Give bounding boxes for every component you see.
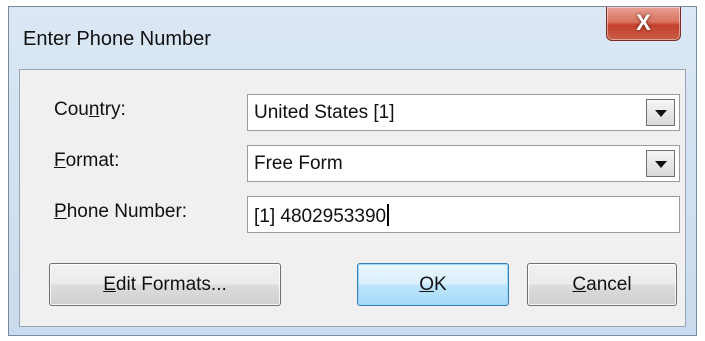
format-dropdown-arrow-icon[interactable]: [646, 150, 675, 177]
format-label: Format:: [54, 150, 120, 171]
dialog-title: Enter Phone Number: [23, 28, 211, 50]
country-dropdown-arrow-icon[interactable]: [646, 99, 675, 126]
cancel-button[interactable]: Cancel: [527, 263, 677, 306]
ok-button[interactable]: OK: [357, 263, 509, 306]
close-icon: X: [636, 10, 651, 35]
text-caret: [387, 204, 390, 226]
phone-number-label: Phone Number:: [54, 201, 188, 222]
phone-number-input[interactable]: [1] 4802953390: [247, 196, 680, 233]
country-combobox[interactable]: United States [1]: [247, 94, 680, 131]
close-button[interactable]: X: [606, 7, 681, 41]
phone-number-value: [1] 4802953390: [254, 206, 387, 227]
format-value: Free Form: [254, 153, 343, 174]
edit-formats-button[interactable]: Edit Formats...: [49, 263, 281, 306]
dialog-body: Country: United States [1] Format: Free …: [19, 69, 686, 327]
format-combobox[interactable]: Free Form: [247, 145, 680, 182]
enter-phone-number-dialog: Enter Phone Number X Country: United Sta…: [8, 6, 697, 336]
title-bar[interactable]: Enter Phone Number X: [9, 7, 696, 69]
country-value: United States [1]: [254, 102, 395, 123]
country-label: Country:: [54, 99, 126, 120]
